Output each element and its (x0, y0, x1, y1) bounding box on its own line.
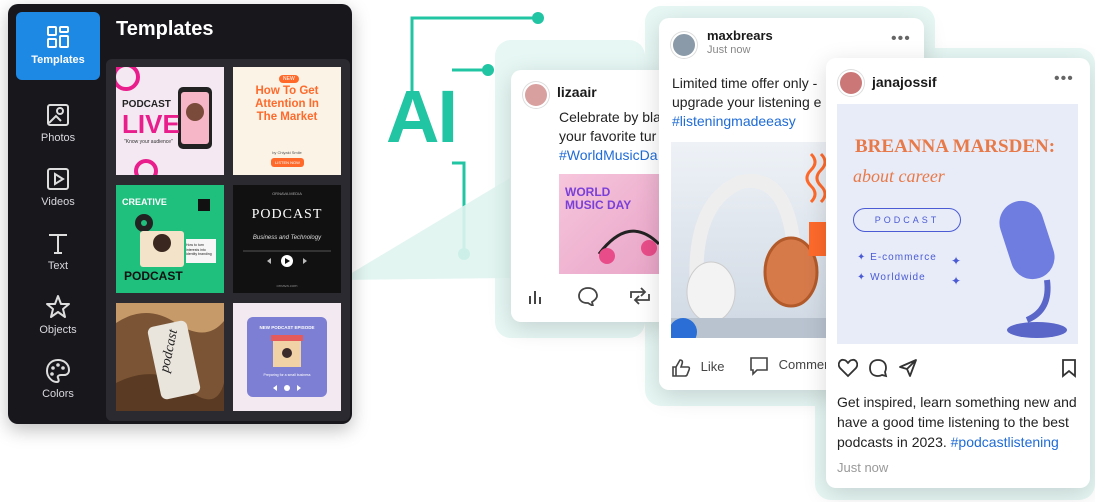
template-podcast-live[interactable]: PODCAST LIVE "Know your audience" (116, 67, 224, 175)
sparkle-icon: ✦ (857, 252, 867, 263)
post-hashtag[interactable]: #listeningmadeeasy (672, 112, 821, 131)
sparkle-icon: ✦ (951, 274, 962, 288)
more-options-icon[interactable]: ••• (891, 30, 911, 48)
sidebar-item-label: Templates (31, 54, 85, 66)
objects-icon (46, 295, 70, 318)
template-editor-panel: Templates Photos Videos Text Objects Col… (8, 4, 352, 424)
bookmark-icon[interactable] (1060, 358, 1078, 378)
post-image: WORLD MUSIC DAY (559, 174, 671, 274)
post-image: BREANNA MARSDEN: about career PODCAST ✦ … (837, 104, 1078, 344)
templates-icon (47, 26, 69, 48)
post-text-line: Celebrate by bla (559, 109, 661, 125)
comment-icon[interactable] (577, 286, 599, 306)
post-text-line: Limited time offer only - (672, 75, 818, 91)
tile-text: PODCAST (124, 269, 183, 283)
caption-line: podcasts in 2023. (837, 434, 951, 450)
post-hashtag[interactable]: #podcastlistening (951, 434, 1059, 450)
avatar (838, 70, 864, 96)
bullet-item: ✦ Worldwide (857, 272, 926, 283)
template-creative-podcast[interactable]: CREATIVE How to turn interests into iden… (116, 185, 224, 293)
post-text: Celebrate by bla your favorite tur #Worl… (559, 108, 661, 165)
comment-button[interactable]: Commen (749, 356, 831, 376)
microphone-art (999, 200, 1067, 338)
tile-text: Preparing for a small business (263, 373, 311, 377)
template-how-to-get-attention[interactable]: NEW How To Get Attention In The Market b… (233, 67, 341, 175)
tile-text: "Know your audience" (124, 139, 173, 145)
tile-text: LISTEN NOW (271, 158, 304, 167)
sidebar-item-videos[interactable]: Videos (16, 158, 100, 218)
template-grid: PODCAST LIVE "Know your audience" NEW Ho… (106, 59, 350, 421)
sidebar-item-label: Text (47, 260, 69, 272)
tile-text: by Chiyaki Smile (272, 150, 302, 155)
like-label: Like (700, 359, 725, 375)
caption-line: have a good time listening to the best (837, 414, 1069, 430)
photos-icon (47, 104, 69, 126)
avatar (523, 82, 549, 108)
caption-line: Get inspired, learn something new and (837, 394, 1077, 410)
tile-text: ornava.com (276, 283, 298, 288)
sidebar-item-label: Videos (41, 196, 75, 208)
image-text: MUSIC DAY (565, 198, 632, 212)
comment-label: Commen (778, 357, 832, 373)
post-text-line: your favorite tur (559, 128, 657, 144)
more-options-icon[interactable]: ••• (1054, 70, 1074, 88)
sidebar-item-objects[interactable]: Objects (16, 286, 100, 346)
image-title: BREANNA MARSDEN: (855, 136, 1056, 157)
tile-text: LIVE (122, 109, 180, 139)
post-text-line: upgrade your listening e (672, 94, 822, 110)
heart-icon[interactable] (838, 358, 858, 378)
bullet-item: ✦ E-commerce (857, 252, 937, 263)
post-time: Just now (707, 44, 751, 56)
videos-icon (47, 168, 69, 190)
sparkle-icon: ✦ (857, 272, 867, 283)
template-new-podcast-episode[interactable]: NEW PODCAST EPISODE Preparing for a smal… (233, 303, 341, 411)
comment-icon[interactable] (868, 358, 888, 378)
tile-text: How to turn interests into identity bran… (186, 243, 212, 256)
colors-icon (45, 358, 71, 384)
template-podcast-phone[interactable]: podcast (116, 303, 224, 411)
sidebar-item-templates[interactable]: Templates (16, 12, 100, 80)
stats-icon[interactable] (527, 288, 547, 306)
post-username[interactable]: janajossif (872, 74, 937, 90)
post-username[interactable]: lizaair (557, 84, 597, 100)
sidebar-item-label: Objects (39, 324, 77, 336)
post-text: Limited time offer only - upgrade your l… (672, 74, 821, 131)
headphones-art (597, 229, 661, 264)
post-username[interactable]: maxbrears (707, 28, 773, 43)
image-subtitle: about career (853, 166, 945, 186)
sidebar-item-photos[interactable]: Photos (16, 94, 100, 154)
send-icon[interactable] (898, 358, 918, 378)
social-post-card: janajossif ••• BREANNA MARSDEN: about ca… (826, 58, 1090, 488)
post-caption: Get inspired, learn something new and ha… (837, 392, 1087, 452)
like-button[interactable]: Like (671, 358, 724, 378)
text-icon (49, 234, 67, 254)
sidebar-item-label: Colors (42, 388, 74, 400)
tile-art (247, 317, 327, 397)
sidebar-item-colors[interactable]: Colors (16, 350, 100, 410)
ai-label: AI (386, 75, 458, 158)
tile-art (243, 250, 331, 267)
thumbs-up-icon (672, 359, 691, 377)
comment-icon (750, 357, 768, 376)
avatar (671, 32, 697, 58)
tile-text: How To Get Attention In The Market (255, 85, 319, 123)
tile-text: NEW PODCAST EPISODE (259, 325, 315, 330)
panel-title: Templates (116, 18, 214, 40)
sidebar-item-text[interactable]: Text (16, 222, 100, 282)
template-podcast-business[interactable]: ORNAVA MEDIA PODCAST Business and Techno… (233, 185, 341, 293)
sparkle-icon: ✦ (951, 254, 962, 268)
social-post-card: lizaair Celebrate by bla your favorite t… (511, 70, 671, 322)
tile-badge: NEW (279, 75, 299, 83)
share-icon[interactable] (627, 286, 653, 306)
post-time: Just now (837, 460, 889, 475)
tile-text: CREATIVE (122, 197, 167, 207)
sidebar-item-label: Photos (40, 132, 76, 144)
post-hashtag[interactable]: #WorldMusicDa (559, 146, 661, 165)
podcast-pill: PODCAST (853, 208, 961, 232)
